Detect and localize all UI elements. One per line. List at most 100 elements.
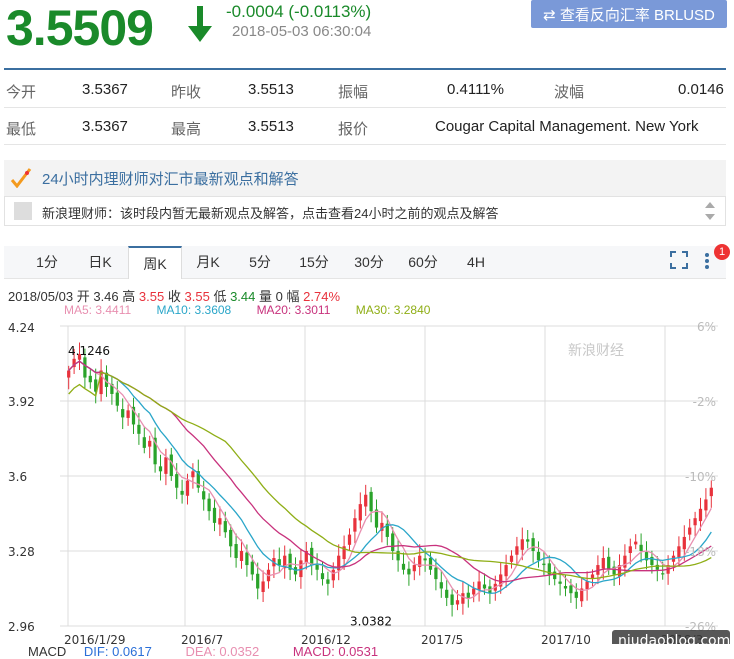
tab-60min[interactable]: 60分 [402, 246, 444, 278]
tab-30min[interactable]: 30分 [348, 246, 390, 278]
scroll-arrows-icon[interactable] [704, 200, 716, 222]
tab-5min[interactable]: 5分 [242, 246, 278, 278]
ma5-label: MA5: 3.4411 [64, 303, 132, 317]
candle-body [585, 581, 589, 590]
row-divider [4, 144, 726, 145]
candle-body [515, 546, 519, 555]
y-tick-label-right: 6% [697, 320, 716, 334]
candlestick-chart[interactable]: 4.24 6%3.92 -2%3.6 -10%3.28 -18%2.96 -26%2016… [0, 318, 734, 644]
candle-body [358, 504, 362, 521]
stats-row-2: 最低 3.5367 最高 3.5513 报价 Cougar Capital Ma… [4, 109, 726, 143]
stat-label: 最高 [171, 121, 202, 138]
bar-low-label: 低 [213, 289, 227, 304]
candle-body [434, 567, 438, 580]
macd-label: MACD [28, 644, 67, 659]
bar-high: 3.55 [138, 289, 165, 304]
notification-badge: 1 [714, 244, 730, 260]
candle-body [531, 538, 535, 551]
candle-body [148, 440, 152, 447]
candle-body [401, 563, 406, 570]
candle-body [326, 579, 330, 584]
tab-1min[interactable]: 1分 [28, 246, 66, 278]
candle-body [504, 565, 508, 577]
candle-body [391, 533, 395, 551]
candle-body [601, 558, 605, 569]
y-tick-label: 3.28 [8, 545, 35, 559]
candle-body [709, 487, 713, 497]
candle-body [693, 518, 697, 526]
candle-body [623, 555, 627, 568]
candle-body [320, 573, 325, 580]
stat-value: 3.5367 [82, 81, 128, 98]
x-tick-label: 2016/7 [181, 633, 223, 644]
row-divider [4, 107, 726, 108]
y-tick-label-right: -18% [685, 545, 716, 559]
stat-label: 振幅 [338, 84, 369, 101]
candle-body [439, 582, 443, 589]
tab-month[interactable]: 月K [188, 246, 228, 278]
site-watermark-box: niudaoblog.com [612, 630, 730, 644]
candle-body [142, 437, 146, 448]
candle-body [477, 581, 481, 590]
candle-body [331, 569, 335, 581]
candle-body [212, 507, 217, 523]
tab-4h[interactable]: 4H [456, 246, 496, 278]
candle-body [164, 457, 168, 474]
annotation-label: 4.1246 [68, 344, 110, 358]
x-tick-label: 2017/10 [541, 633, 591, 644]
candle-body [466, 592, 470, 598]
bar-high-label: 高 [122, 289, 136, 304]
candle-body [277, 559, 281, 566]
tab-week[interactable]: 周K [128, 246, 182, 279]
candle-body [461, 593, 465, 604]
candle-body [558, 581, 562, 584]
candle-body [412, 565, 416, 572]
avatar [14, 202, 32, 220]
stat-value: 3.5513 [248, 81, 294, 98]
stat-label: 最低 [6, 121, 37, 138]
candle-body [185, 480, 190, 496]
candle-body [207, 498, 211, 512]
stat-label: 波幅 [554, 84, 585, 101]
candle-body [83, 357, 87, 378]
current-price: 3.5509 [6, 0, 154, 56]
fullscreen-icon[interactable] [670, 251, 688, 269]
bar-low: 3.44 [230, 289, 256, 304]
candle-body [158, 466, 163, 472]
candle-body [364, 494, 368, 507]
candle-body [688, 527, 692, 535]
candle-body [88, 375, 92, 383]
tab-15min[interactable]: 15分 [293, 246, 335, 278]
reverse-rate-button[interactable]: ⇄ 查看反向汇率 BRLUSD [531, 0, 727, 28]
stat-value: 0.0146 [678, 81, 724, 98]
candle-body [445, 589, 449, 598]
x-tick-label: 2016/12 [301, 633, 351, 644]
bar-close: 3.55 [184, 289, 210, 304]
candle-body [423, 558, 427, 561]
more-options-icon[interactable] [703, 251, 711, 271]
candle-body [574, 591, 578, 598]
candle-body [698, 508, 703, 522]
candle-body [542, 563, 546, 566]
candle-body [628, 546, 632, 553]
candle-body [353, 518, 357, 532]
macd-dif: DIF: 0.0617 [83, 644, 152, 659]
candle-body [396, 551, 400, 561]
ma10-label: MA10: 3.3608 [156, 303, 232, 317]
header-divider [4, 68, 726, 70]
price-change: -0.0004 (-0.0113%) [226, 2, 372, 21]
stats-row-1: 今开 3.5367 昨收 3.5513 振幅 0.4111% 波幅 0.0146 [4, 72, 726, 106]
candle-body [607, 556, 611, 570]
macd-dea: DEA: 0.0352 [185, 644, 260, 659]
tab-day[interactable]: 日K [80, 246, 120, 278]
candle-body [229, 529, 233, 547]
stat-label: 昨收 [171, 84, 202, 101]
ma10-line [68, 360, 712, 595]
candle-body [261, 581, 265, 593]
candle-body [245, 552, 249, 566]
stat-value: 3.5513 [248, 118, 294, 135]
candle-body [639, 544, 643, 551]
stat-label: 今开 [6, 84, 37, 101]
advisor-title[interactable]: 24小时内理财师对汇市最新观点和解答 [42, 168, 299, 189]
advisor-message[interactable]: 新浪理财师：该时段内暂无最新观点及解答，点击查看24小时之前的观点及解答 [42, 203, 498, 222]
